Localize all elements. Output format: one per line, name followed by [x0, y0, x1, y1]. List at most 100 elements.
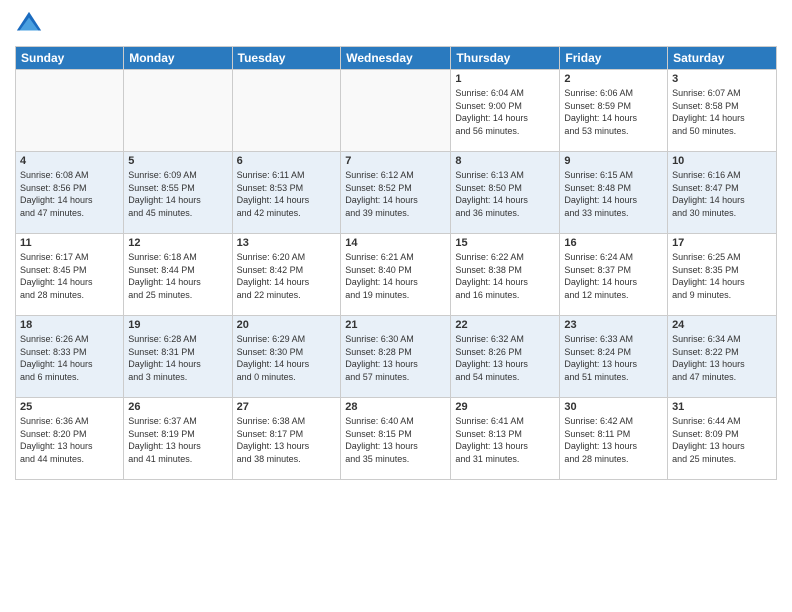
calendar-cell: 6Sunrise: 6:11 AM Sunset: 8:53 PM Daylig… — [232, 152, 341, 234]
calendar-cell: 18Sunrise: 6:26 AM Sunset: 8:33 PM Dayli… — [16, 316, 124, 398]
calendar-cell: 31 Sunrise: 6:44 AM Sunset: 8:09 PM Dayli… — [668, 398, 777, 480]
calendar-cell: 26Sunrise: 6:37 AM Sunset: 8:19 PM Dayli… — [124, 398, 232, 480]
calendar-cell: 21 Sunrise: 6:30 AM Sunset: 8:28 PM Dayli… — [341, 316, 451, 398]
header — [15, 10, 777, 38]
day-number: 30 — [564, 401, 663, 413]
day-info: Sunrise: 6:15 AM Sunset: 8:48 PM Dayligh… — [564, 169, 663, 219]
calendar-cell: 1 Sunrise: 6:04 AM Sunset: 9:00 PM Daylig… — [451, 70, 560, 152]
day-number: 2 — [564, 73, 663, 85]
day-number: 1 — [455, 73, 555, 85]
day-number: 11 — [20, 237, 119, 249]
day-number: 22 — [455, 319, 555, 331]
day-number: 19 — [128, 319, 227, 331]
logo — [15, 10, 47, 38]
day-of-week-header: Thursday — [451, 47, 560, 70]
calendar-cell: 12Sunrise: 6:18 AM Sunset: 8:44 PM Dayli… — [124, 234, 232, 316]
calendar-cell: 4 Sunrise: 6:08 AM Sunset: 8:56 PM Daylig… — [16, 152, 124, 234]
day-number: 23 — [564, 319, 663, 331]
day-number: 24 — [672, 319, 772, 331]
day-info: Sunrise: 6:18 AM Sunset: 8:44 PM Dayligh… — [128, 251, 227, 301]
day-number: 21 — [345, 319, 446, 331]
day-info: Sunrise: 6:09 AM Sunset: 8:55 PM Dayligh… — [128, 169, 227, 219]
calendar-cell: 22 Sunrise: 6:32 AM Sunset: 8:26 PM Dayli… — [451, 316, 560, 398]
day-number: 20 — [237, 319, 337, 331]
day-number: 14 — [345, 237, 446, 249]
calendar-cell: 25 Sunrise: 6:36 AM Sunset: 8:20 PM Dayli… — [16, 398, 124, 480]
calendar-cell: 16 Sunrise: 6:24 AM Sunset: 8:37 PM Dayli… — [560, 234, 668, 316]
day-info: Sunrise: 6:06 AM Sunset: 8:59 PM Dayligh… — [564, 87, 663, 137]
page: SundayMondayTuesdayWednesdayThursdayFrid… — [0, 0, 792, 612]
calendar-cell: 3 Sunrise: 6:07 AM Sunset: 8:58 PM Daylig… — [668, 70, 777, 152]
day-info: Sunrise: 6:22 AM Sunset: 8:38 PM Dayligh… — [455, 251, 555, 301]
day-info: Sunrise: 6:44 AM Sunset: 8:09 PM Dayligh… — [672, 415, 772, 465]
day-of-week-header: Wednesday — [341, 47, 451, 70]
calendar-cell: 10 Sunrise: 6:16 AM Sunset: 8:47 PM Dayli… — [668, 152, 777, 234]
calendar-cell — [16, 70, 124, 152]
calendar-week-row: 18Sunrise: 6:26 AM Sunset: 8:33 PM Dayli… — [16, 316, 777, 398]
calendar-cell: 30 Sunrise: 6:42 AM Sunset: 8:11 PM Dayli… — [560, 398, 668, 480]
calendar-cell: 5 Sunrise: 6:09 AM Sunset: 8:55 PM Daylig… — [124, 152, 232, 234]
day-info: Sunrise: 6:33 AM Sunset: 8:24 PM Dayligh… — [564, 333, 663, 383]
day-info: Sunrise: 6:32 AM Sunset: 8:26 PM Dayligh… — [455, 333, 555, 383]
calendar-cell — [124, 70, 232, 152]
day-number: 25 — [20, 401, 119, 413]
day-info: Sunrise: 6:12 AM Sunset: 8:52 PM Dayligh… — [345, 169, 446, 219]
day-number: 15 — [455, 237, 555, 249]
day-number: 10 — [672, 155, 772, 167]
day-number: 31 — [672, 401, 772, 413]
day-number: 4 — [20, 155, 119, 167]
day-info: Sunrise: 6:42 AM Sunset: 8:11 PM Dayligh… — [564, 415, 663, 465]
day-info: Sunrise: 6:37 AM Sunset: 8:19 PM Dayligh… — [128, 415, 227, 465]
calendar-cell — [341, 70, 451, 152]
day-of-week-header: Friday — [560, 47, 668, 70]
calendar-cell: 7 Sunrise: 6:12 AM Sunset: 8:52 PM Daylig… — [341, 152, 451, 234]
day-number: 27 — [237, 401, 337, 413]
day-number: 16 — [564, 237, 663, 249]
day-info: Sunrise: 6:28 AM Sunset: 8:31 PM Dayligh… — [128, 333, 227, 383]
day-info: Sunrise: 6:36 AM Sunset: 8:20 PM Dayligh… — [20, 415, 119, 465]
calendar-cell: 13 Sunrise: 6:20 AM Sunset: 8:42 PM Dayli… — [232, 234, 341, 316]
calendar-cell: 14 Sunrise: 6:21 AM Sunset: 8:40 PM Dayli… — [341, 234, 451, 316]
day-info: Sunrise: 6:20 AM Sunset: 8:42 PM Dayligh… — [237, 251, 337, 301]
day-number: 18 — [20, 319, 119, 331]
day-of-week-header: Sunday — [16, 47, 124, 70]
day-of-week-header: Tuesday — [232, 47, 341, 70]
day-info: Sunrise: 6:21 AM Sunset: 8:40 PM Dayligh… — [345, 251, 446, 301]
day-info: Sunrise: 6:17 AM Sunset: 8:45 PM Dayligh… — [20, 251, 119, 301]
calendar-week-row: 25 Sunrise: 6:36 AM Sunset: 8:20 PM Dayli… — [16, 398, 777, 480]
day-info: Sunrise: 6:29 AM Sunset: 8:30 PM Dayligh… — [237, 333, 337, 383]
day-number: 13 — [237, 237, 337, 249]
calendar-cell: 2 Sunrise: 6:06 AM Sunset: 8:59 PM Daylig… — [560, 70, 668, 152]
calendar-cell: 11 Sunrise: 6:17 AM Sunset: 8:45 PM Dayli… — [16, 234, 124, 316]
calendar-cell: 24Sunrise: 6:34 AM Sunset: 8:22 PM Dayli… — [668, 316, 777, 398]
calendar-cell: 19 Sunrise: 6:28 AM Sunset: 8:31 PM Dayli… — [124, 316, 232, 398]
day-info: Sunrise: 6:30 AM Sunset: 8:28 PM Dayligh… — [345, 333, 446, 383]
calendar-cell: 29 Sunrise: 6:41 AM Sunset: 8:13 PM Dayli… — [451, 398, 560, 480]
calendar-header-row: SundayMondayTuesdayWednesdayThursdayFrid… — [16, 47, 777, 70]
day-number: 29 — [455, 401, 555, 413]
day-info: Sunrise: 6:38 AM Sunset: 8:17 PM Dayligh… — [237, 415, 337, 465]
day-number: 7 — [345, 155, 446, 167]
day-info: Sunrise: 6:13 AM Sunset: 8:50 PM Dayligh… — [455, 169, 555, 219]
calendar-cell: 15 Sunrise: 6:22 AM Sunset: 8:38 PM Dayli… — [451, 234, 560, 316]
day-number: 3 — [672, 73, 772, 85]
day-info: Sunrise: 6:25 AM Sunset: 8:35 PM Dayligh… — [672, 251, 772, 301]
calendar-cell: 8Sunrise: 6:13 AM Sunset: 8:50 PM Daylig… — [451, 152, 560, 234]
calendar-cell: 9Sunrise: 6:15 AM Sunset: 8:48 PM Daylig… — [560, 152, 668, 234]
day-of-week-header: Saturday — [668, 47, 777, 70]
calendar-week-row: 11 Sunrise: 6:17 AM Sunset: 8:45 PM Dayli… — [16, 234, 777, 316]
day-of-week-header: Monday — [124, 47, 232, 70]
calendar-cell: 17Sunrise: 6:25 AM Sunset: 8:35 PM Dayli… — [668, 234, 777, 316]
calendar-cell: 28Sunrise: 6:40 AM Sunset: 8:15 PM Dayli… — [341, 398, 451, 480]
day-number: 5 — [128, 155, 227, 167]
logo-icon — [15, 10, 43, 38]
day-info: Sunrise: 6:41 AM Sunset: 8:13 PM Dayligh… — [455, 415, 555, 465]
day-info: Sunrise: 6:40 AM Sunset: 8:15 PM Dayligh… — [345, 415, 446, 465]
day-info: Sunrise: 6:08 AM Sunset: 8:56 PM Dayligh… — [20, 169, 119, 219]
day-info: Sunrise: 6:24 AM Sunset: 8:37 PM Dayligh… — [564, 251, 663, 301]
day-info: Sunrise: 6:16 AM Sunset: 8:47 PM Dayligh… — [672, 169, 772, 219]
day-info: Sunrise: 6:11 AM Sunset: 8:53 PM Dayligh… — [237, 169, 337, 219]
day-info: Sunrise: 6:07 AM Sunset: 8:58 PM Dayligh… — [672, 87, 772, 137]
day-info: Sunrise: 6:04 AM Sunset: 9:00 PM Dayligh… — [455, 87, 555, 137]
calendar: SundayMondayTuesdayWednesdayThursdayFrid… — [15, 46, 777, 480]
